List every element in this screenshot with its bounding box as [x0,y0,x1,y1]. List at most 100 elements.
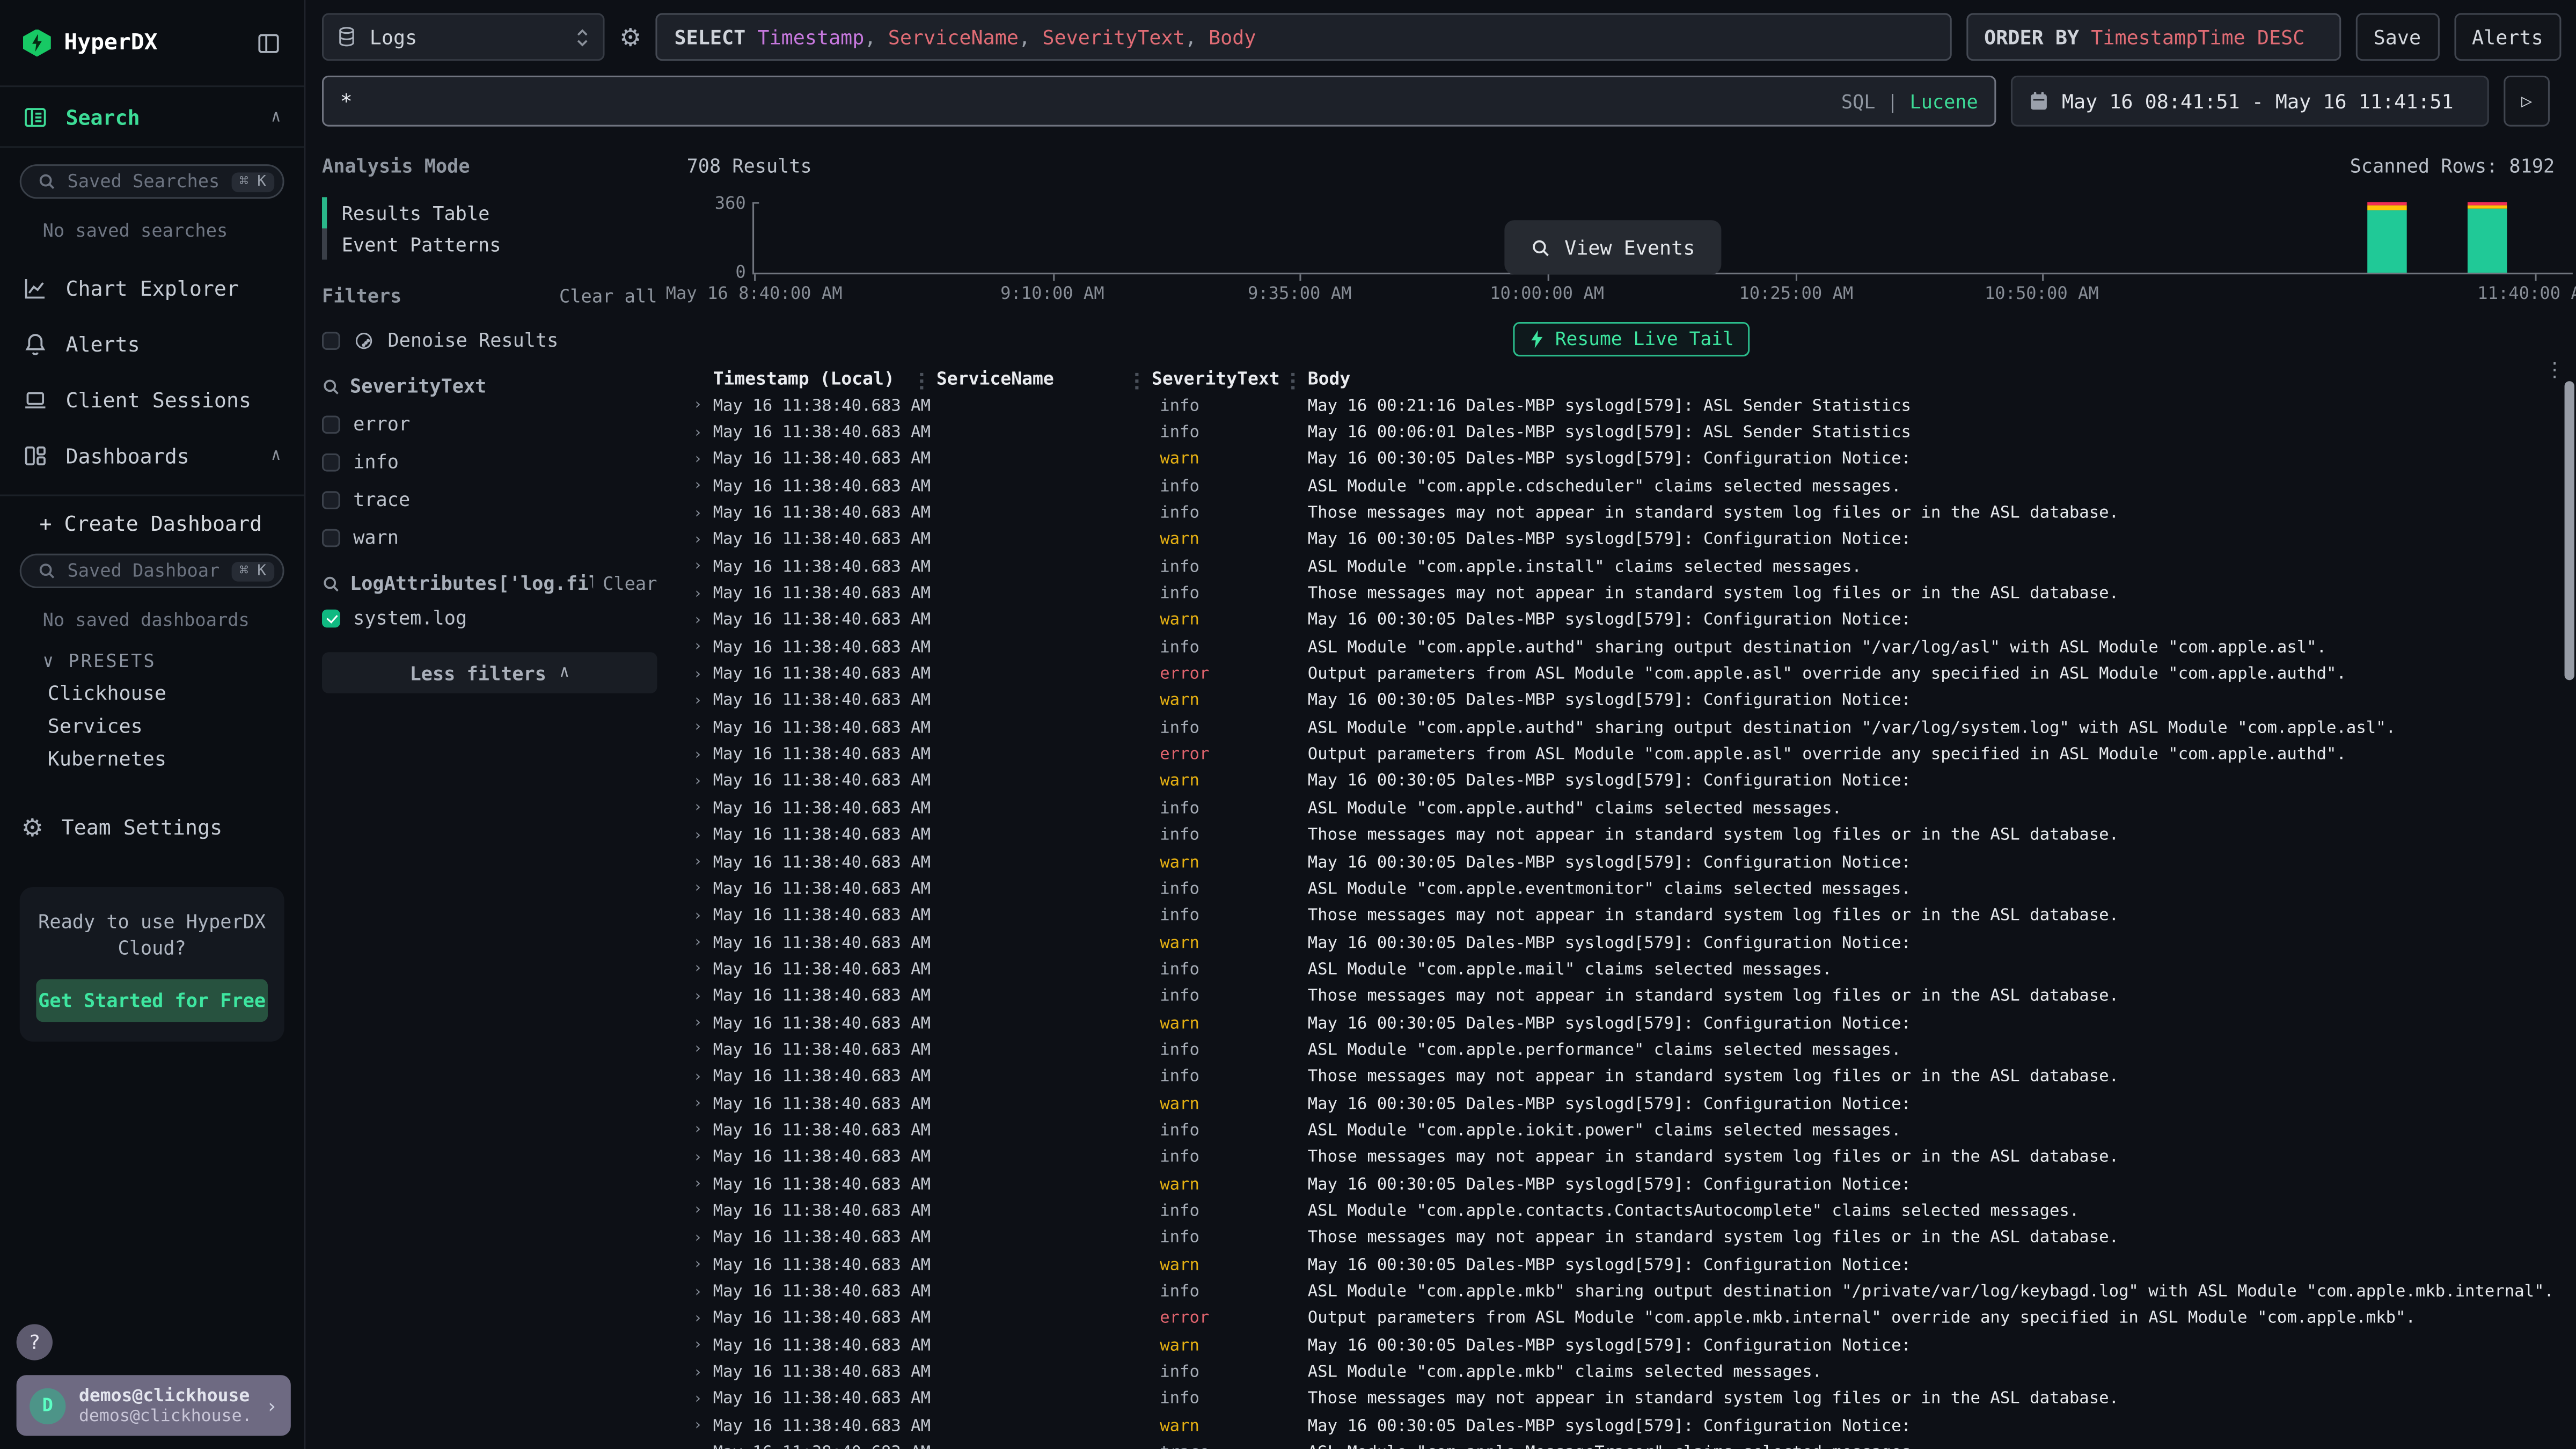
source-select[interactable]: Logs [322,13,605,61]
sidebar-item-alerts[interactable]: Alerts [0,317,304,371]
severity-filter-option[interactable]: info [322,450,657,473]
log-row[interactable]: › May 16 11:38:40.683 AM info Those mess… [687,903,2576,930]
expand-row-chevron-icon[interactable]: › [693,1150,713,1166]
expand-row-chevron-icon[interactable]: › [693,801,713,817]
checkbox[interactable] [322,528,340,546]
log-row[interactable]: › May 16 11:38:40.683 AM info Those mess… [687,1145,2576,1172]
severity-filter-option[interactable]: error [322,412,657,435]
expand-row-chevron-icon[interactable]: › [693,1069,713,1086]
expand-row-chevron-icon[interactable]: › [693,1015,713,1032]
log-row[interactable]: › May 16 11:38:40.683 AM info May 16 00:… [687,420,2576,447]
expand-row-chevron-icon[interactable]: › [693,532,713,549]
log-row[interactable]: › May 16 11:38:40.683 AM warn May 16 00:… [687,688,2576,715]
log-row[interactable]: › May 16 11:38:40.683 AM info Those mess… [687,1064,2576,1091]
expand-row-chevron-icon[interactable]: › [693,881,713,898]
expand-row-chevron-icon[interactable]: › [693,1042,713,1059]
expand-row-chevron-icon[interactable]: › [693,559,713,576]
sidebar-item-chart-explorer[interactable]: Chart Explorer [0,261,304,316]
expand-row-chevron-icon[interactable]: › [693,693,713,710]
sidebar-item-search[interactable]: Search ∧ [0,85,304,148]
expand-row-chevron-icon[interactable]: › [693,398,713,414]
expand-row-chevron-icon[interactable]: › [693,1284,713,1300]
severity-filter-option[interactable]: warn [322,526,657,549]
resume-live-tail-button[interactable]: Resume Live Tail [1512,322,1750,356]
expand-row-chevron-icon[interactable]: › [693,774,713,791]
language-toggle-lucene[interactable]: Lucene [1910,90,1978,113]
log-row[interactable]: › May 16 11:38:40.683 AM info Those mess… [687,983,2576,1010]
checkbox[interactable] [322,452,340,471]
expand-row-chevron-icon[interactable]: › [693,1096,713,1113]
log-row[interactable]: › May 16 11:38:40.683 AM warn May 16 00:… [687,608,2576,634]
source-settings-gear-icon[interactable]: ⚙ [619,22,641,52]
expand-row-chevron-icon[interactable]: › [693,1257,713,1274]
preset-dashboard-link[interactable]: Clickhouse [48,682,304,705]
get-started-button[interactable]: Get Started for Free [36,979,268,1022]
expand-row-chevron-icon[interactable]: › [693,640,713,656]
expand-row-chevron-icon[interactable]: › [693,828,713,844]
expand-row-chevron-icon[interactable]: › [693,1337,713,1354]
column-header-servicename[interactable]: ServiceName [936,368,1152,390]
expand-row-chevron-icon[interactable]: › [693,1418,713,1435]
select-clause-input[interactable]: SELECT Timestamp, ServiceName, SeverityT… [656,13,1951,61]
expand-row-chevron-icon[interactable]: › [693,505,713,522]
log-row[interactable]: › May 16 11:38:40.683 AM warn May 16 00:… [687,1413,2576,1440]
sidebar-item-dashboards[interactable]: Dashboards ∧ [0,429,304,483]
language-toggle-sql[interactable]: SQL [1841,90,1876,113]
preset-dashboard-link[interactable]: Services [48,715,304,738]
checkbox[interactable] [322,331,340,349]
log-row[interactable]: › May 16 11:38:40.683 AM error Output pa… [687,742,2576,769]
log-row[interactable]: › May 16 11:38:40.683 AM info ASL Module… [687,473,2576,500]
logattr-filter-option[interactable]: system.log [322,606,657,630]
expand-row-chevron-icon[interactable]: › [693,451,713,468]
expand-row-chevron-icon[interactable]: › [693,1392,713,1408]
search-query-input[interactable]: * SQL | Lucene [322,76,1996,127]
log-row[interactable]: › May 16 11:38:40.683 AM info ASL Module… [687,715,2576,742]
log-row[interactable]: › May 16 11:38:40.683 AM warn May 16 00:… [687,1172,2576,1198]
log-row[interactable]: › May 16 11:38:40.683 AM warn May 16 00:… [687,447,2576,473]
expand-row-chevron-icon[interactable]: › [693,908,713,925]
view-events-button[interactable]: View Events [1504,220,1722,274]
log-row[interactable]: › May 16 11:38:40.683 AM warn May 16 00:… [687,1010,2576,1037]
log-row[interactable]: › May 16 11:38:40.683 AM warn May 16 00:… [687,769,2576,795]
log-row[interactable]: › May 16 11:38:40.683 AM warn May 16 00:… [687,527,2576,554]
log-row[interactable]: › May 16 11:38:40.683 AM info May 16 00:… [687,393,2576,420]
log-row[interactable]: › May 16 11:38:40.683 AM info ASL Module… [687,1117,2576,1144]
table-scrollbar[interactable] [2565,358,2574,1449]
log-row[interactable]: › May 16 11:38:40.683 AM info Those mess… [687,822,2576,849]
log-row[interactable]: › May 16 11:38:40.683 AM info Those mess… [687,1386,2576,1413]
sidebar-item-client-sessions[interactable]: Client Sessions [0,373,304,427]
expand-row-chevron-icon[interactable]: › [693,1445,713,1449]
log-row[interactable]: › May 16 11:38:40.683 AM info ASL Module… [687,554,2576,581]
log-row[interactable]: › May 16 11:38:40.683 AM warn May 16 00:… [687,1252,2576,1279]
log-row[interactable]: › May 16 11:38:40.683 AM info ASL Module… [687,1359,2576,1386]
checkbox[interactable] [322,415,340,433]
expand-row-chevron-icon[interactable]: › [693,720,713,737]
log-row[interactable]: › May 16 11:38:40.683 AM info ASL Module… [687,876,2576,903]
log-row[interactable]: › May 16 11:38:40.683 AM error Output pa… [687,1306,2576,1333]
less-filters-button[interactable]: Less filters ∧ [322,652,657,693]
log-row[interactable]: › May 16 11:38:40.683 AM info ASL Module… [687,795,2576,822]
order-by-input[interactable]: ORDER BY TimestampTime DESC [1966,13,2340,61]
expand-row-chevron-icon[interactable]: › [693,1230,713,1247]
scrollbar-thumb[interactable] [2565,381,2574,680]
expand-row-chevron-icon[interactable]: › [693,667,713,683]
log-row[interactable]: › May 16 11:38:40.683 AM info ASL Module… [687,1198,2576,1225]
log-row[interactable]: › May 16 11:38:40.683 AM warn May 16 00:… [687,849,2576,876]
help-button[interactable]: ? [17,1324,53,1360]
create-dashboard-button[interactable]: + Create Dashboard [0,496,304,544]
log-row[interactable]: › May 16 11:38:40.683 AM info ASL Module… [687,1279,2576,1306]
expand-row-chevron-icon[interactable]: › [693,1203,713,1220]
expand-row-chevron-icon[interactable]: › [693,854,713,871]
log-row[interactable]: › May 16 11:38:40.683 AM warn May 16 00:… [687,930,2576,956]
presets-toggle[interactable]: ∨ PRESETS [43,650,304,672]
column-header-body[interactable]: Body [1308,368,2576,390]
date-range-picker[interactable]: May 16 08:41:51 - May 16 11:41:51 [2011,76,2489,127]
save-button[interactable]: Save [2355,13,2439,61]
alerts-button[interactable]: Alerts [2454,13,2561,61]
expand-row-chevron-icon[interactable]: › [693,478,713,495]
severity-filter-option[interactable]: trace [322,488,657,511]
sidebar-item-team-settings[interactable]: ⚙ Team Settings [0,800,304,854]
chevron-up-icon[interactable]: ∧ [271,447,281,465]
analysis-mode-option[interactable]: Results Table [322,197,657,228]
log-row[interactable]: › May 16 11:38:40.683 AM info Those mess… [687,581,2576,608]
